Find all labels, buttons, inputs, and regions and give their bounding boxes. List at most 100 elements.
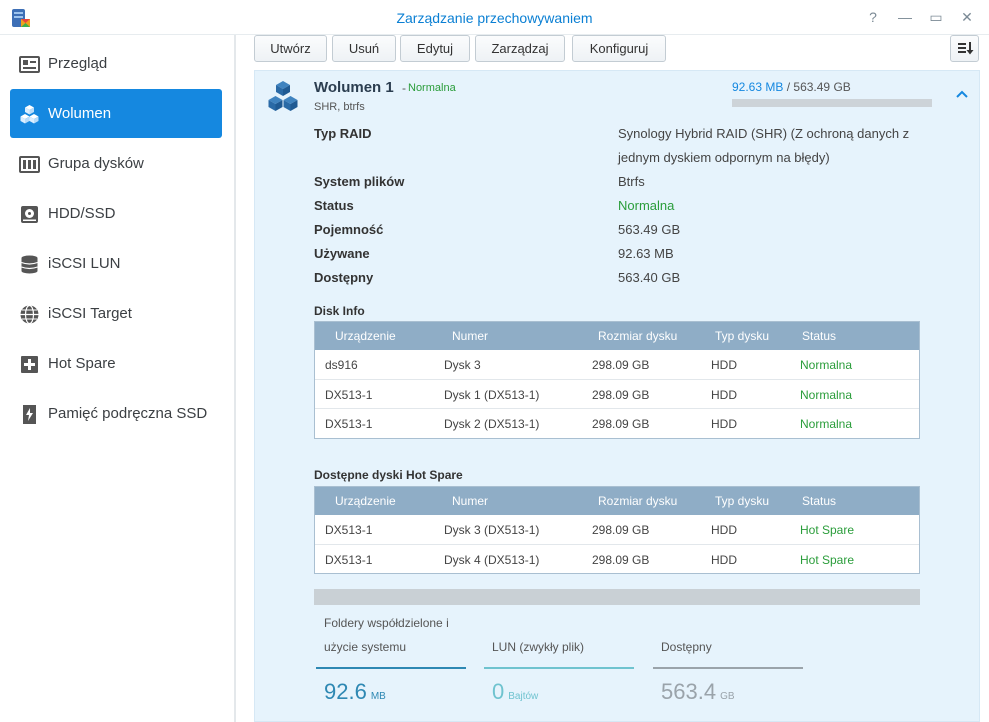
- sidebar-item-volume[interactable]: Wolumen: [10, 89, 222, 138]
- sidebar-item-label: Hot Spare: [48, 355, 116, 372]
- column-header: Urządzenie: [335, 494, 396, 508]
- close-button[interactable]: ✕: [958, 8, 976, 26]
- stat-underline: [484, 667, 634, 669]
- column-header: Rozmiar dysku: [598, 494, 678, 508]
- sidebar-item-label: Przegląd: [48, 55, 108, 72]
- disk-info-table: Urządzenie Numer Rozmiar dysku Typ dysku…: [314, 321, 920, 439]
- cell-number: Dysk 1 (DX513-1): [444, 388, 540, 402]
- sidebar-item-overview[interactable]: Przegląd: [10, 39, 222, 88]
- iscsi-lun-icon: [21, 255, 38, 274]
- sidebar-item-ssd-cache[interactable]: Pamięć podręczna SSD: [10, 389, 222, 438]
- volume-status-badge: Normalna: [408, 82, 456, 94]
- sidebar-item-label: Wolumen: [48, 105, 112, 122]
- prop-key-used: Używane: [314, 246, 370, 261]
- volume-usage-text: 92.63 MB / 563.49 GB: [732, 80, 851, 94]
- sidebar-item-disk-group[interactable]: Grupa dysków: [10, 139, 222, 188]
- stat-label-line2: Dostępny: [661, 640, 712, 654]
- delete-button[interactable]: Usuń: [332, 35, 396, 62]
- stat-number: 563.4: [661, 679, 717, 704]
- cell-device: ds916: [325, 358, 358, 372]
- stat-number: 0: [492, 679, 505, 704]
- cell-status: Normalna: [800, 417, 853, 431]
- table-row[interactable]: DX513-1 Dysk 3 (DX513-1) 298.09 GB HDD H…: [315, 515, 919, 544]
- sidebar: Przegląd Wolumen Grupa dysków HDD/SSD iS…: [0, 35, 236, 722]
- sidebar-item-hot-spare[interactable]: Hot Spare: [10, 339, 222, 388]
- volume-name: Wolumen 1: [314, 79, 394, 96]
- cell-status: Hot Spare: [800, 553, 855, 567]
- manage-button[interactable]: Zarządzaj: [475, 35, 565, 62]
- prop-key-raid-type: Typ RAID: [314, 126, 372, 141]
- chevron-up-icon[interactable]: [955, 87, 969, 101]
- column-header: Numer: [452, 329, 489, 343]
- table-row[interactable]: ds916 Dysk 3 298.09 GB HDD Normalna: [315, 350, 919, 379]
- cell-number: Dysk 3 (DX513-1): [444, 523, 540, 537]
- prop-key-capacity: Pojemność: [314, 222, 384, 237]
- volume-panel: Wolumen 1 - Normalna SHR, btrfs 92.63 MB…: [254, 70, 980, 722]
- cell-size: 298.09 GB: [592, 358, 650, 372]
- prop-value-raid-type: Synology Hybrid RAID (SHR) (Z ochroną da…: [618, 126, 910, 165]
- table-body: DX513-1 Dysk 3 (DX513-1) 298.09 GB HDD H…: [315, 515, 919, 573]
- column-header: Status: [802, 329, 837, 343]
- toolbar: Utwórz Usuń Edytuj Zarządzaj Konfiguruj: [238, 35, 989, 69]
- table-row[interactable]: DX513-1 Dysk 1 (DX513-1) 298.09 GB HDD N…: [315, 379, 919, 408]
- disk-info-title: Disk Info: [314, 304, 365, 318]
- sidebar-item-iscsi-lun[interactable]: iSCSI LUN: [10, 239, 222, 288]
- hot-spare-table: Urządzenie Numer Rozmiar dysku Typ dysku…: [314, 486, 920, 574]
- stat-underline: [653, 667, 803, 669]
- volume-subtitle: SHR, btrfs: [314, 101, 365, 113]
- table-header: Urządzenie Numer Rozmiar dysku Typ dysku…: [315, 322, 919, 350]
- prop-value-capacity: 563.49 GB: [618, 222, 681, 237]
- cell-size: 298.09 GB: [592, 553, 650, 567]
- prop-key-filesystem: System plików: [314, 174, 405, 189]
- sidebar-item-iscsi-target[interactable]: iSCSI Target: [10, 289, 222, 338]
- prop-value-available: 563.40 GB: [618, 270, 681, 285]
- sidebar-item-label: iSCSI LUN: [48, 255, 121, 272]
- configure-button[interactable]: Konfiguruj: [572, 35, 666, 62]
- cell-status: Normalna: [800, 388, 853, 402]
- stat-label-line1: Foldery współdzielone i: [324, 616, 449, 630]
- volume-usage-separator: /: [786, 80, 791, 94]
- disk-group-icon: [19, 156, 40, 173]
- iscsi-target-icon: [20, 304, 39, 325]
- table-row[interactable]: DX513-1 Dysk 4 (DX513-1) 298.09 GB HDD H…: [315, 544, 919, 573]
- sidebar-item-hdd-ssd[interactable]: HDD/SSD: [10, 189, 222, 238]
- volume-total: 563.49 GB: [793, 80, 851, 94]
- stat-number: 92.6: [324, 679, 367, 704]
- sort-icon: [958, 42, 974, 55]
- column-header: Typ dysku: [715, 494, 770, 508]
- sort-button[interactable]: [950, 35, 979, 62]
- cell-device: DX513-1: [325, 388, 373, 402]
- prop-value-status: Normalna: [618, 198, 675, 213]
- column-header: Rozmiar dysku: [598, 329, 678, 343]
- create-button[interactable]: Utwórz: [254, 35, 327, 62]
- hot-spare-title: Dostępne dyski Hot Spare: [314, 468, 463, 482]
- sidebar-item-label: Grupa dysków: [48, 155, 144, 172]
- volume-cubes-icon: [20, 105, 39, 124]
- cell-device: DX513-1: [325, 523, 373, 537]
- prop-key-available: Dostępny: [314, 270, 374, 285]
- title-bar: Zarządzanie przechowywaniem ? — ▭ ✕: [0, 0, 989, 35]
- stat-unit: Bajtów: [508, 691, 539, 702]
- sidebar-item-label: Pamięć podręczna SSD: [48, 405, 208, 422]
- cell-size: 298.09 GB: [592, 523, 650, 537]
- maximize-button[interactable]: ▭: [927, 8, 945, 26]
- prop-value-filesystem: Btrfs: [618, 174, 645, 189]
- minimize-button[interactable]: —: [896, 8, 914, 26]
- stat-label-line2: użycie systemu: [324, 640, 407, 654]
- stat-unit: GB: [720, 691, 735, 702]
- stat-lun: LUN (zwykły plik) 0 Bajtów: [482, 611, 637, 721]
- hot-spare-icon: [21, 356, 38, 373]
- volume-cubes-icon: [268, 81, 298, 111]
- stat-shared-folders: Foldery współdzielone i użycie systemu 9…: [314, 611, 469, 721]
- table-row[interactable]: DX513-1 Dysk 2 (DX513-1) 298.09 GB HDD N…: [315, 408, 919, 437]
- sidebar-item-label: HDD/SSD: [48, 205, 116, 222]
- cell-type: HDD: [711, 358, 737, 372]
- volume-used: 92.63 MB: [732, 80, 784, 94]
- column-header: Numer: [452, 494, 489, 508]
- cell-size: 298.09 GB: [592, 388, 650, 402]
- edit-button[interactable]: Edytuj: [400, 35, 470, 62]
- stat-value: 92.6 MB: [324, 679, 386, 705]
- help-button[interactable]: ?: [864, 8, 882, 26]
- cell-status: Normalna: [800, 358, 853, 372]
- cell-device: DX513-1: [325, 553, 373, 567]
